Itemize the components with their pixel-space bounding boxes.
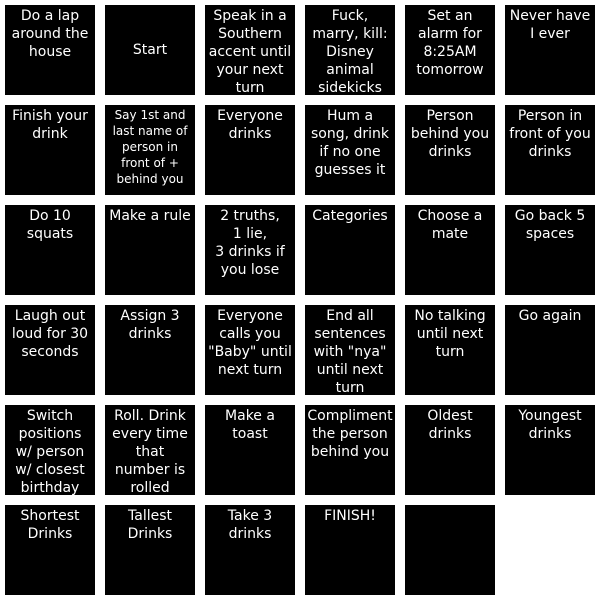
- tile-two-truths-one-lie[interactable]: 2 truths, 1 lie, 3 drinks if you lose: [205, 205, 295, 295]
- tile-do-a-lap[interactable]: Do a lap around the house: [5, 5, 95, 95]
- tile-take-3-drinks[interactable]: Take 3 drinks: [205, 505, 295, 595]
- tile-make-a-rule[interactable]: Make a rule: [105, 205, 195, 295]
- tile-start[interactable]: Start: [105, 5, 195, 95]
- tile-compliment[interactable]: Compliment the person behind you: [305, 405, 395, 495]
- tile-call-you-baby[interactable]: Everyone calls you "Baby" until next tur…: [205, 305, 295, 395]
- tile-everyone-drinks[interactable]: Everyone drinks: [205, 105, 295, 195]
- tile-end-with-nya[interactable]: End all sentences with "nya" until next …: [305, 305, 395, 395]
- tile-assign-3-drinks[interactable]: Assign 3 drinks: [105, 305, 195, 395]
- tile-set-alarm[interactable]: Set an alarm for 8:25AM tomorrow: [405, 5, 495, 95]
- tile-categories[interactable]: Categories: [305, 205, 395, 295]
- tile-oldest-drinks[interactable]: Oldest drinks: [405, 405, 495, 495]
- tile-tallest-drinks[interactable]: Tallest Drinks: [105, 505, 195, 595]
- tile-go-again[interactable]: Go again: [505, 305, 595, 395]
- tile-hum-a-song[interactable]: Hum a song, drink if no one guesses it: [305, 105, 395, 195]
- tile-finish[interactable]: FINISH!: [305, 505, 395, 595]
- tile-fmk-disney[interactable]: Fuck, marry, kill: Disney animal sidekic…: [305, 5, 395, 95]
- tile-switch-positions[interactable]: Switch positions w/ person w/ closest bi…: [5, 405, 95, 495]
- tile-youngest-drinks[interactable]: Youngest drinks: [505, 405, 595, 495]
- tile-blank[interactable]: [405, 505, 495, 595]
- tile-do-10-squats[interactable]: Do 10 squats: [5, 205, 95, 295]
- tile-shortest-drinks[interactable]: Shortest Drinks: [5, 505, 95, 595]
- tile-no-talking[interactable]: No talking until next turn: [405, 305, 495, 395]
- game-board: Do a lap around the house Start Speak in…: [0, 0, 600, 600]
- tile-finish-your-drink[interactable]: Finish your drink: [5, 105, 95, 195]
- tile-southern-accent[interactable]: Speak in a Southern accent until your ne…: [205, 5, 295, 95]
- tile-never-have-i-ever[interactable]: Never have I ever: [505, 5, 595, 95]
- tile-say-names[interactable]: Say 1st and last name of person in front…: [105, 105, 195, 195]
- tile-choose-a-mate[interactable]: Choose a mate: [405, 205, 495, 295]
- tile-go-back-5[interactable]: Go back 5 spaces: [505, 205, 595, 295]
- tile-person-behind-drinks[interactable]: Person behind you drinks: [405, 105, 495, 195]
- tile-make-a-toast[interactable]: Make a toast: [205, 405, 295, 495]
- tile-laugh-out-loud[interactable]: Laugh out loud for 30 seconds: [5, 305, 95, 395]
- tile-roll-drink[interactable]: Roll. Drink every time that number is ro…: [105, 405, 195, 495]
- tile-person-in-front-drinks[interactable]: Person in front of you drinks: [505, 105, 595, 195]
